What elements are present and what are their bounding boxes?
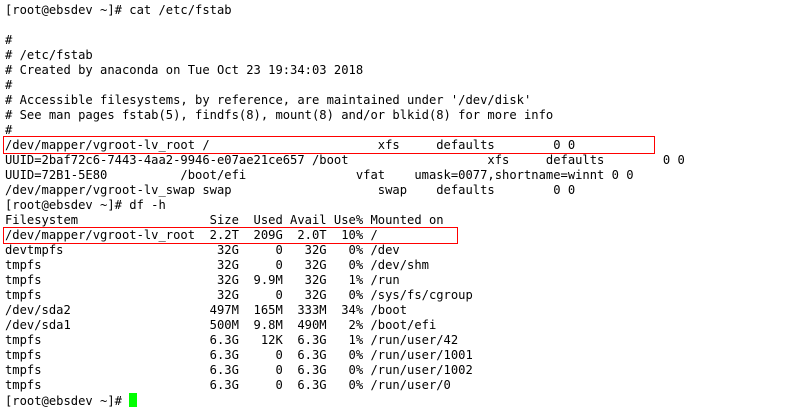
terminal-line-08: # See man pages fstab(5), findfs(8), mou… [5,108,554,122]
terminal-line-19: tmpfs 32G 9.9M 32G 1% /run [5,273,400,287]
terminal-line-02 [5,18,685,33]
terminal-line-25: tmpfs 6.3G 0 6.3G 0% /run/user/1002 [5,363,473,377]
terminal-line-15: Filesystem Size Used Avail Use% Mounted … [5,213,444,227]
terminal-line-06: # [5,78,13,92]
terminal-line-18: tmpfs 32G 0 32G 0% /dev/shm [5,258,429,272]
terminal-line-07: # Accessible filesystems, by reference, … [5,93,532,107]
terminal-line-05: # Created by anaconda on Tue Oct 23 19:3… [5,63,364,77]
terminal-line-14: [root@ebsdev ~]# df -h [5,198,166,212]
terminal-line-17: devtmpfs 32G 0 32G 0% /dev [5,243,400,257]
terminal-output: [root@ebsdev ~]# cat /etc/fstab # # /etc/f… [5,3,685,408]
terminal-line-20: tmpfs 32G 0 32G 0% /sys/fs/cgroup [5,288,473,302]
terminal-line-22: /dev/sda1 500M 9.8M 490M 2% /boot/efi [5,318,437,332]
terminal-line-23: tmpfs 6.3G 12K 6.3G 1% /run/user/42 [5,333,459,347]
terminal-line-24: tmpfs 6.3G 0 6.3G 0% /run/user/1001 [5,348,473,362]
terminal-prompt: [root@ebsdev ~]# [5,394,130,408]
terminal-line-03: # [5,33,13,47]
terminal-line-16: /dev/mapper/vgroot-lv_root 2.2T 209G 2.0… [5,228,378,242]
terminal-line-04: # /etc/fstab [5,48,93,62]
terminal-line-10: /dev/mapper/vgroot-lv_root / xfs default… [5,138,576,152]
terminal-line-26: tmpfs 6.3G 0 6.3G 0% /run/user/0 [5,378,451,392]
terminal-cursor[interactable] [129,393,138,407]
terminal-window[interactable]: [root@ebsdev ~]# cat /etc/fstab # # /etc/f… [0,0,796,413]
terminal-line-01: [root@ebsdev ~]# cat /etc/fstab [5,3,232,17]
terminal-prompt-line[interactable]: [root@ebsdev ~]# [5,393,685,408]
terminal-line-12: UUID=72B1-5E80 /boot/efi vfat umask=0077… [5,168,634,182]
terminal-line-21: /dev/sda2 497M 165M 333M 34% /boot [5,303,408,317]
terminal-line-11: UUID=2baf72c6-7443-4aa2-9946-e07ae21ce65… [5,153,685,167]
terminal-line-13: /dev/mapper/vgroot-lv_swap swap swap def… [5,183,576,197]
terminal-line-09: # [5,123,13,137]
